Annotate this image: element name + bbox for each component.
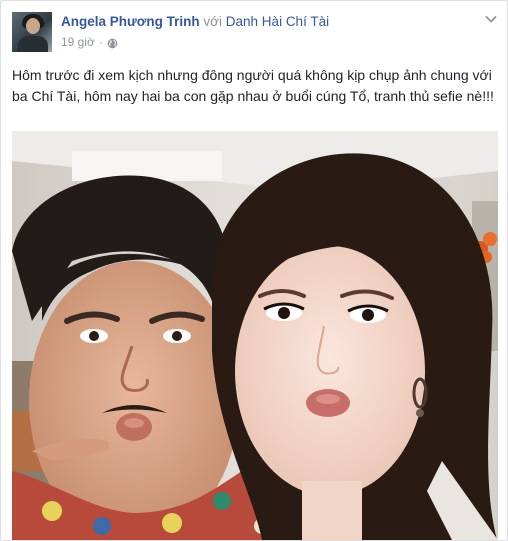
avatar-body: [18, 36, 48, 52]
feed-post: Angela Phương Trinh với Danh Hài Chí Tài…: [0, 0, 508, 541]
avatar-face: [26, 18, 40, 34]
post-header: Angela Phương Trinh với Danh Hài Chí Tài: [61, 13, 329, 31]
meta-separator: ·: [98, 35, 103, 49]
globe-icon[interactable]: [107, 37, 118, 48]
post-photo[interactable]: [12, 131, 498, 540]
chevron-down-icon[interactable]: [483, 11, 499, 27]
selfie-photo-illustration: [12, 131, 498, 540]
post-meta: 19 giờ ·: [61, 34, 118, 50]
post-timestamp-link[interactable]: 19 giờ: [61, 34, 95, 50]
author-name-link[interactable]: Angela Phương Trinh: [61, 14, 200, 29]
author-avatar[interactable]: [12, 12, 52, 52]
with-label: với: [203, 14, 223, 29]
post-text: Hôm trước đi xem kịch nhưng đông người q…: [12, 67, 494, 104]
tagged-person-link[interactable]: Danh Hài Chí Tài: [226, 14, 329, 29]
